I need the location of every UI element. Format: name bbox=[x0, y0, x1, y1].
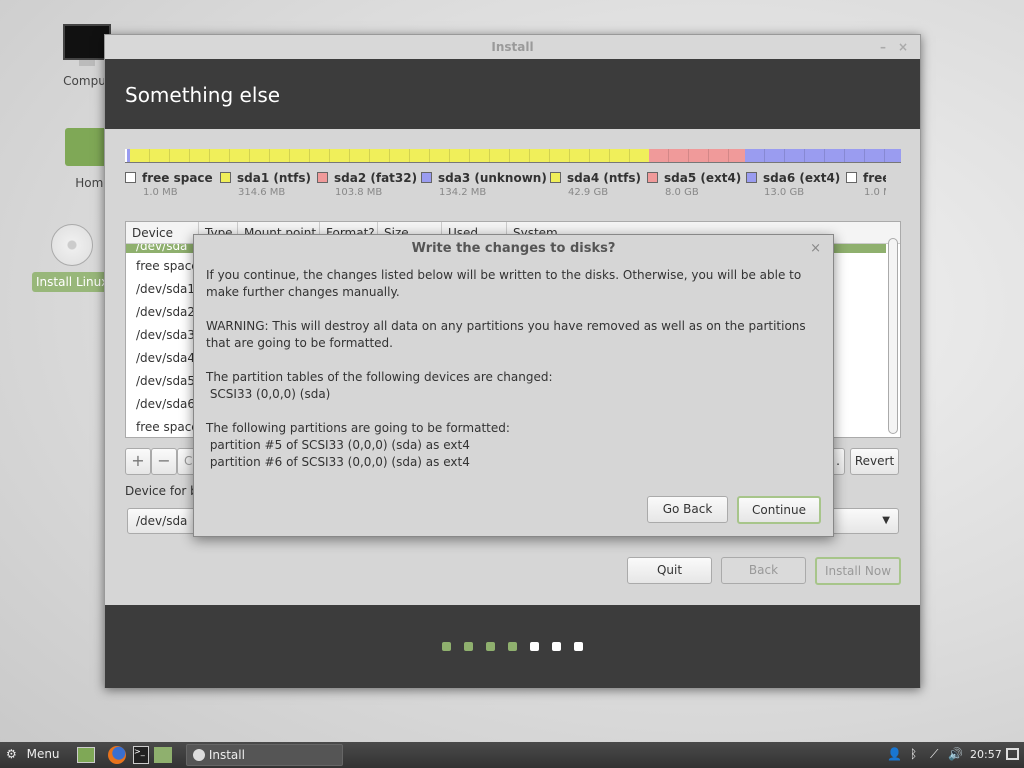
confirm-dialog: Write the changes to disks? × If you con… bbox=[193, 234, 834, 537]
go-back-button[interactable]: Go Back bbox=[647, 496, 728, 523]
firefox-icon[interactable] bbox=[108, 746, 126, 764]
window-titlebar[interactable]: Install – × bbox=[105, 35, 920, 59]
install-now-button[interactable]: Install Now bbox=[815, 557, 901, 585]
desktop-icon-install[interactable]: Install Linux Mint bbox=[32, 224, 112, 292]
legend-item: sda6 (ext4) 13.0 GB bbox=[746, 171, 840, 198]
taskbar: ⚙ Menu >_ Install 👤 ᛒ ⟋ 🔊 20:57 bbox=[0, 742, 1024, 768]
progress-dot-done bbox=[464, 642, 473, 651]
volume-icon[interactable]: 🔊 bbox=[948, 747, 963, 761]
progress-dot-done bbox=[442, 642, 451, 651]
progress-dot-todo bbox=[574, 642, 583, 651]
legend-item: free space 1.0 MB bbox=[125, 171, 213, 198]
menu-button[interactable]: ⚙ Menu bbox=[6, 747, 60, 761]
scrollbar[interactable] bbox=[888, 238, 898, 434]
back-button[interactable]: Back bbox=[721, 557, 806, 584]
minimize-button[interactable]: – bbox=[880, 35, 886, 59]
quit-button[interactable]: Quit bbox=[627, 557, 712, 584]
gear-icon: ⚙ bbox=[6, 747, 17, 761]
clock[interactable]: 20:57 bbox=[970, 748, 1002, 761]
progress-dot-todo bbox=[552, 642, 561, 651]
progress-dot-todo bbox=[530, 642, 539, 651]
segment-sda4 bbox=[130, 149, 649, 162]
segment-sda5 bbox=[649, 149, 745, 162]
disc-icon bbox=[193, 749, 205, 761]
workspace-icon[interactable] bbox=[1006, 748, 1019, 760]
page-title: Something else bbox=[105, 59, 920, 129]
revert-button[interactable]: Revert bbox=[850, 448, 899, 475]
close-button[interactable]: × bbox=[898, 35, 908, 59]
legend-item: sda4 (ntfs) 42.9 GB bbox=[550, 171, 641, 198]
progress-dot-done bbox=[486, 642, 495, 651]
network-icon[interactable]: ⟋ bbox=[930, 747, 938, 762]
bluetooth-icon[interactable]: ᛒ bbox=[910, 747, 917, 761]
continue-button[interactable]: Continue bbox=[737, 496, 821, 524]
bootloader-label: Device for b bbox=[125, 484, 198, 498]
disc-icon bbox=[51, 224, 93, 266]
progress-dot-done bbox=[508, 642, 517, 651]
legend-item: free sp1.0 MB bbox=[846, 171, 886, 198]
taskbar-task-install[interactable]: Install bbox=[186, 744, 343, 766]
footer-band bbox=[105, 605, 920, 688]
legend-item: sda1 (ntfs) 314.6 MB bbox=[220, 171, 311, 198]
files-icon[interactable] bbox=[154, 747, 172, 763]
segment-sda6 bbox=[745, 149, 901, 162]
terminal-icon[interactable]: >_ bbox=[133, 746, 149, 764]
remove-partition-button[interactable]: − bbox=[151, 448, 177, 475]
show-desktop-icon[interactable] bbox=[77, 747, 95, 763]
partition-bar bbox=[125, 149, 901, 163]
legend-item: sda5 (ext4) 8.0 GB bbox=[647, 171, 741, 198]
col-device[interactable]: Device bbox=[126, 222, 199, 244]
legend-item: sda3 (unknown) 134.2 MB bbox=[421, 171, 547, 198]
dialog-title[interactable]: Write the changes to disks? × bbox=[194, 235, 833, 263]
user-icon[interactable]: 👤 bbox=[887, 747, 902, 761]
home-folder-icon bbox=[65, 128, 109, 166]
legend-item: sda2 (fat32) 103.8 MB bbox=[317, 171, 417, 198]
dialog-close-icon[interactable]: × bbox=[810, 235, 821, 263]
add-partition-button[interactable]: + bbox=[125, 448, 151, 475]
dropdown-arrow-icon: ▼ bbox=[882, 515, 890, 526]
